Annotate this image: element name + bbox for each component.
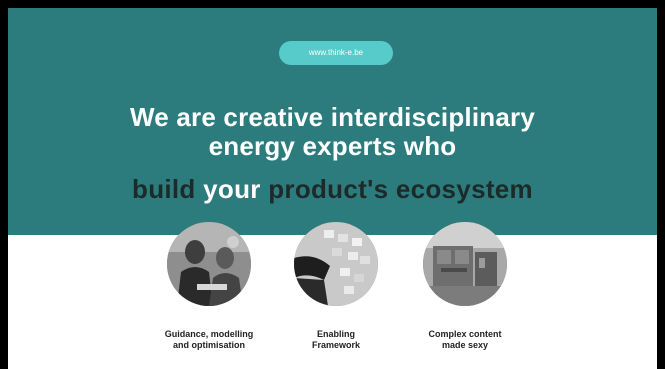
- headline-line-1: We are creative interdisciplinary: [130, 102, 535, 132]
- service-guidance: Guidance, modelling and optimisation: [144, 222, 274, 351]
- tagline-word-your: your: [203, 174, 261, 204]
- website-url-badge[interactable]: www.think-e.be: [279, 41, 393, 65]
- headline-line-2: energy experts who: [208, 131, 457, 161]
- service-enabling: Enabling Framework: [271, 222, 401, 351]
- hero-banner: www.think-e.be We are creative interdisc…: [8, 8, 657, 235]
- energy-installation-photo: [423, 222, 507, 306]
- service-caption-enabling: Enabling Framework: [311, 329, 361, 350]
- sticky-notes-wall-photo: [294, 222, 378, 306]
- people-meeting-photo: [167, 222, 251, 306]
- tagline: build your product's ecosystem: [8, 174, 657, 204]
- tagline-word-build: build: [132, 174, 196, 204]
- service-caption-complex-content: Complex content made sexy: [428, 329, 502, 350]
- tagline-product-ecosystem: product's ecosystem: [268, 174, 533, 204]
- slide: www.think-e.be We are creative interdisc…: [8, 8, 657, 369]
- service-complex-content: Complex content made sexy: [400, 222, 530, 351]
- service-caption-guidance: Guidance, modelling and optimisation: [164, 329, 254, 350]
